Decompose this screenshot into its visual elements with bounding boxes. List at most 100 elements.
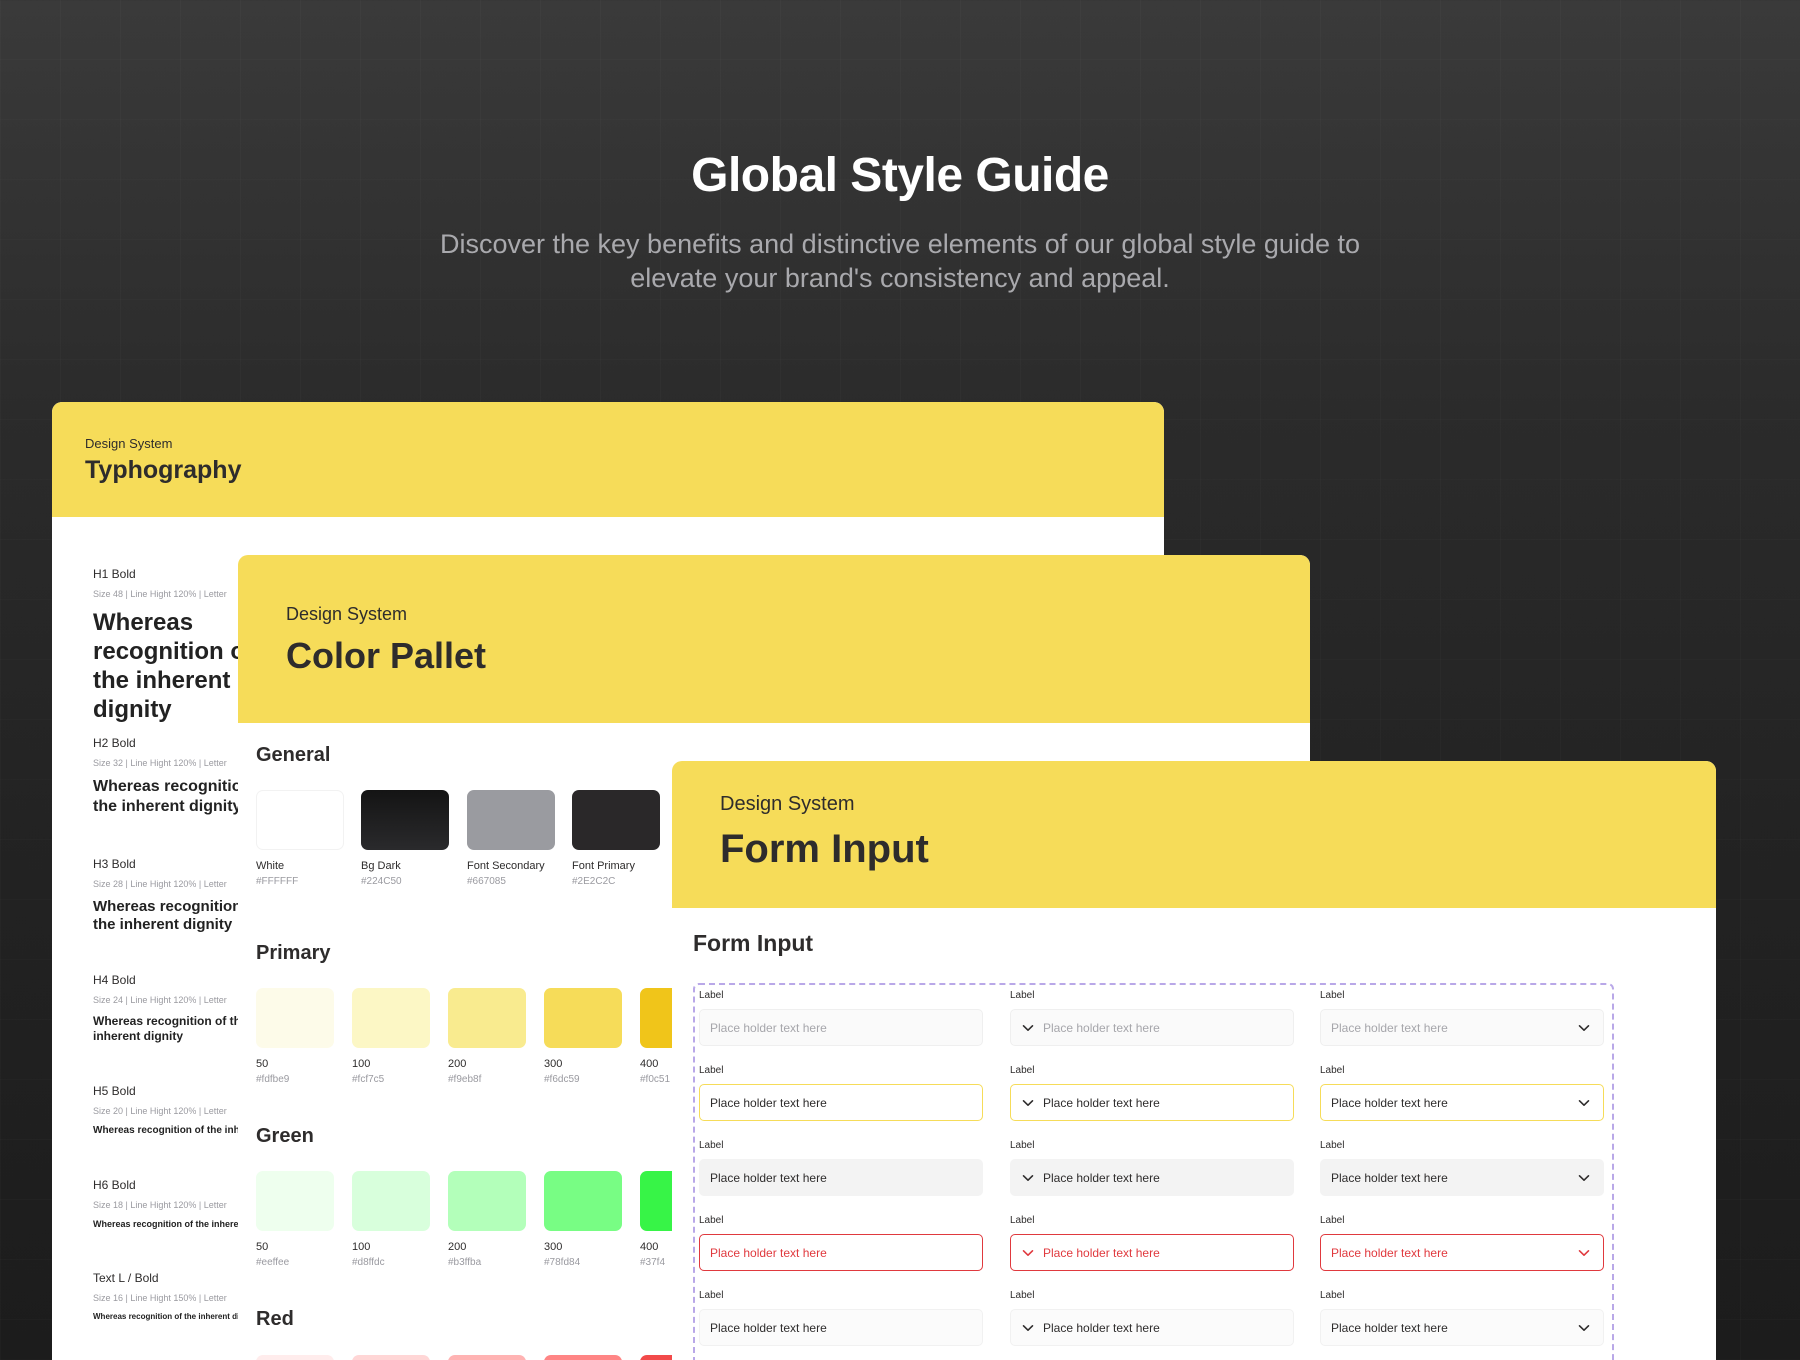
form-field: Label Place holder text here xyxy=(1010,1065,1294,1121)
swatch-box xyxy=(361,790,449,850)
swatch-hex: #2E2C2C xyxy=(572,876,616,887)
select-input[interactable]: Place holder text here xyxy=(1320,1234,1604,1271)
swatch-box xyxy=(448,988,526,1048)
swatch-red-3 xyxy=(448,1355,526,1360)
field-label: Label xyxy=(699,1290,724,1301)
swatch-box xyxy=(544,1355,622,1360)
type-style-meta: Size 48 | Line Hight 120% | Letter xyxy=(93,589,227,599)
type-style-name: H3 Bold xyxy=(93,857,136,871)
text-input[interactable]: Place holder text here xyxy=(699,1234,983,1271)
input-placeholder: Place holder text here xyxy=(1043,1020,1160,1035)
input-placeholder: Place holder text here xyxy=(1043,1245,1160,1260)
swatch-hex: #b3ffba xyxy=(448,1257,482,1268)
input-placeholder: Place holder text here xyxy=(1331,1245,1448,1260)
swatch-box xyxy=(352,988,430,1048)
input-placeholder: Place holder text here xyxy=(710,1095,827,1110)
card-title: Color Pallet xyxy=(286,635,487,676)
card-kicker: Design System xyxy=(720,793,855,815)
text-input[interactable]: Place holder text here xyxy=(699,1309,983,1346)
type-style-meta: Size 28 | Line Hight 120% | Letter xyxy=(93,879,227,889)
chevron-down-icon[interactable] xyxy=(1021,1246,1035,1260)
field-label: Label xyxy=(699,1065,724,1076)
select-input[interactable]: Place holder text here xyxy=(1320,1159,1604,1196)
field-label: Label xyxy=(699,1215,724,1226)
swatch-name: 300 xyxy=(544,1241,563,1253)
chevron-down-icon[interactable] xyxy=(1021,1321,1035,1335)
swatch-hex: #667085 xyxy=(467,876,506,887)
type-style-sample: Whereas recognition of the inherent dign… xyxy=(93,1312,243,1321)
chevron-down-icon[interactable] xyxy=(1577,1096,1591,1110)
chevron-down-icon[interactable] xyxy=(1021,1096,1035,1110)
type-style-h4: H4 Bold Size 24 | Line Hight 120% | Lett… xyxy=(93,973,243,1044)
select-input-left-chevron[interactable]: Place holder text here xyxy=(1010,1084,1294,1121)
type-style-sample: Whereas recognition of the inherent dign… xyxy=(93,609,243,723)
swatch-name: 50 xyxy=(256,1058,269,1070)
chevron-down-icon[interactable] xyxy=(1577,1321,1591,1335)
type-style-h1: H1 Bold Size 48 | Line Hight 120% | Lett… xyxy=(93,567,243,724)
swatch-primary-200: 200 #f9eb8f xyxy=(448,988,526,1085)
input-placeholder: Place holder text here xyxy=(1331,1320,1448,1335)
select-input[interactable]: Place holder text here xyxy=(1320,1084,1604,1121)
swatch-hex: #eeffee xyxy=(256,1257,290,1268)
text-input[interactable]: Place holder text here xyxy=(699,1009,983,1046)
hero: Global Style Guide Discover the key bene… xyxy=(0,148,1800,295)
swatch-hex: #f6dc59 xyxy=(544,1074,580,1085)
chevron-down-icon[interactable] xyxy=(1021,1021,1035,1035)
chevron-down-icon[interactable] xyxy=(1577,1246,1591,1260)
swatch-primary-100: 100 #fcf7c5 xyxy=(352,988,430,1085)
form-field: Label Place holder text here xyxy=(699,1290,983,1346)
select-input-left-chevron[interactable]: Place holder text here xyxy=(1010,1309,1294,1346)
type-style-text-l: Text L / Bold Size 16 | Line Hight 150% … xyxy=(93,1271,243,1321)
field-label: Label xyxy=(1320,1215,1345,1226)
form-field: Label Place holder text here xyxy=(1010,1140,1294,1196)
chevron-down-icon[interactable] xyxy=(1021,1171,1035,1185)
select-input-left-chevron[interactable]: Place holder text here xyxy=(1010,1009,1294,1046)
input-placeholder: Place holder text here xyxy=(710,1020,827,1035)
swatch-box xyxy=(572,790,660,850)
type-style-meta: Size 16 | Line Hight 150% | Letter xyxy=(93,1293,227,1303)
chevron-down-icon[interactable] xyxy=(1577,1171,1591,1185)
swatch-green-100: 100 #d8ffdc xyxy=(352,1171,430,1268)
type-style-sample: Whereas recognition of the inherent dign… xyxy=(93,1125,243,1136)
swatch-name: Font Secondary xyxy=(467,860,545,872)
field-label: Label xyxy=(699,990,724,1001)
select-input-left-chevron[interactable]: Place holder text here xyxy=(1010,1159,1294,1196)
form-field: Label Place holder text here xyxy=(1320,1215,1604,1271)
card-title: Typhography xyxy=(85,456,242,484)
form-field: Label Place holder text here xyxy=(1320,1065,1604,1121)
swatch-box xyxy=(352,1171,430,1231)
swatch-font-secondary: Font Secondary #667085 xyxy=(467,790,555,887)
color-group-green-title: Green xyxy=(256,1125,314,1147)
form-field: Label Place holder text here xyxy=(1010,1290,1294,1346)
chevron-down-icon[interactable] xyxy=(1577,1021,1591,1035)
form-field: Label Place holder text here xyxy=(699,990,983,1046)
input-placeholder: Place holder text here xyxy=(710,1170,827,1185)
text-input[interactable]: Place holder text here xyxy=(699,1084,983,1121)
swatch-green-50: 50 #eeffee xyxy=(256,1171,334,1268)
swatch-name: Bg Dark xyxy=(361,860,401,872)
form-section-heading: Form Input xyxy=(693,930,814,956)
swatch-hex: #78fd84 xyxy=(544,1257,581,1268)
type-style-meta: Size 18 | Line Hight 120% | Letter xyxy=(93,1200,227,1210)
swatch-hex: #224C50 xyxy=(361,876,402,887)
swatch-hex: #fdfbe9 xyxy=(256,1074,290,1085)
typography-card-header: Design System Typhography xyxy=(52,402,1164,517)
select-input[interactable]: Place holder text here xyxy=(1320,1309,1604,1346)
select-input-left-chevron[interactable]: Place holder text here xyxy=(1010,1234,1294,1271)
swatch-box xyxy=(544,988,622,1048)
input-placeholder: Place holder text here xyxy=(710,1245,827,1260)
type-style-name: H4 Bold xyxy=(93,973,136,987)
swatch-green-200: 200 #b3ffba xyxy=(448,1171,526,1268)
form-field: Label Place holder text here xyxy=(1320,1140,1604,1196)
swatch-primary-50: 50 #fdfbe9 xyxy=(256,988,334,1085)
text-input[interactable]: Place holder text here xyxy=(699,1159,983,1196)
type-style-sample: Whereas recognition of the inherent dign… xyxy=(93,1219,243,1229)
select-input[interactable]: Place holder text here xyxy=(1320,1009,1604,1046)
form-field: Label Place holder text here xyxy=(1010,990,1294,1046)
field-label: Label xyxy=(1010,1290,1035,1301)
swatch-name: White xyxy=(256,860,285,872)
swatch-hex: #d8ffdc xyxy=(352,1257,385,1268)
type-style-h3: H3 Bold Size 28 | Line Hight 120% | Lett… xyxy=(93,857,243,934)
type-style-meta: Size 24 | Line Hight 120% | Letter xyxy=(93,995,227,1005)
swatch-box xyxy=(544,1171,622,1231)
